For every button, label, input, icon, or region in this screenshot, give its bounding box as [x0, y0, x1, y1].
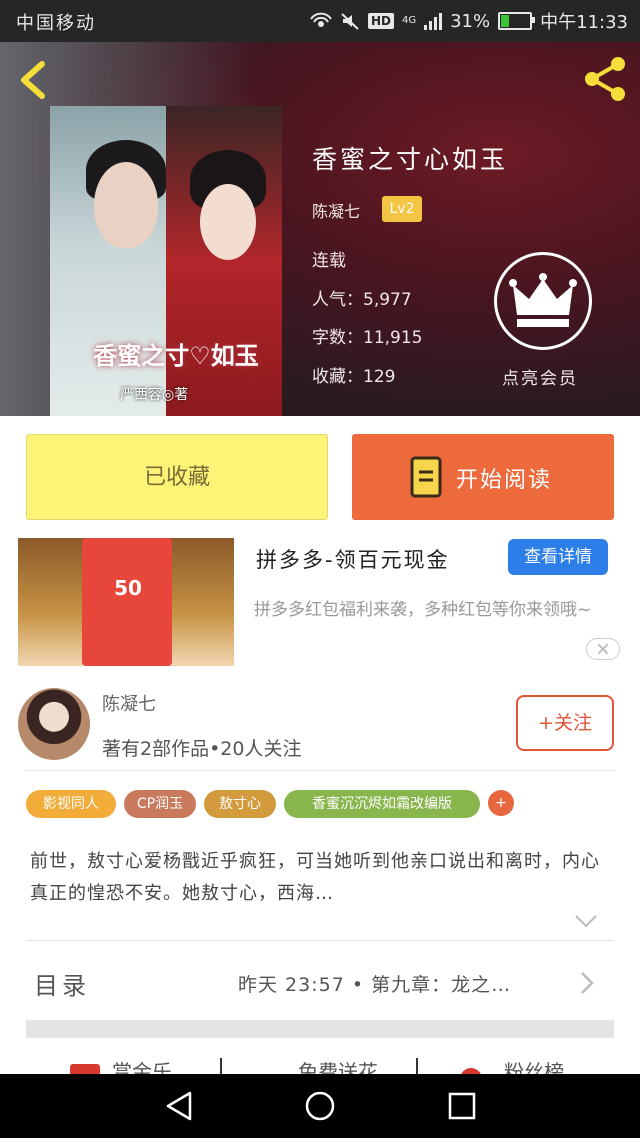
favorites-count: 收藏：129	[312, 367, 396, 387]
book-author[interactable]: 陈凝七	[312, 198, 360, 222]
ad-title[interactable]: 拼多多-领百元现金	[256, 544, 450, 574]
share-icon	[585, 57, 625, 101]
tag-chip[interactable]: 影视同人	[26, 790, 116, 818]
crown-icon	[509, 273, 577, 327]
serial-status: 连载	[312, 251, 346, 271]
author-avatar[interactable]	[18, 688, 90, 760]
vip-label[interactable]: 点亮会员	[502, 364, 578, 389]
red-envelope-graphic	[82, 538, 172, 666]
system-navigation-bar	[0, 1074, 640, 1138]
cover-title: 香蜜之寸♡如玉	[93, 342, 259, 370]
carrier-name: 中国移动	[16, 13, 96, 34]
author-name[interactable]: 陈凝七	[102, 690, 156, 716]
tag-chip[interactable]: 香蜜沉沉烬如霜改编版	[284, 790, 480, 818]
divider	[26, 770, 614, 771]
divider	[416, 1058, 418, 1074]
reward-icon	[70, 1064, 100, 1074]
battery-icon	[498, 12, 536, 30]
chevron-right-icon[interactable]	[578, 970, 596, 996]
popularity-count: 人气：5,977	[312, 290, 412, 310]
word-count: 字数：11,915	[312, 328, 423, 348]
collected-button[interactable]: 已收藏	[26, 434, 328, 520]
book-description[interactable]: 前世，敖寸心爱杨戬近乎疯狂，可当她听到他亲口说出和离时，内心真正的惶恐不安。她敖…	[30, 846, 610, 910]
clock: 中午11:33	[540, 12, 628, 33]
author-stats: 著有2部作品•20人关注	[102, 738, 302, 760]
book-title: 香蜜之寸心如玉	[312, 145, 509, 174]
nav-back-icon[interactable]	[164, 1090, 194, 1122]
hotspot-icon	[310, 12, 332, 27]
vip-button[interactable]	[494, 252, 592, 350]
nav-recents-icon[interactable]	[448, 1092, 476, 1120]
cover-figure-face	[94, 162, 158, 248]
hd-badge: HD	[367, 13, 394, 29]
follow-button[interactable]: +关注	[516, 695, 614, 751]
bottom-actions-row: 赏金乐 免费送花 粉丝榜	[0, 1048, 640, 1074]
book-icon	[410, 456, 442, 498]
divider	[220, 1058, 222, 1074]
start-reading-button[interactable]: 开始阅读	[352, 434, 614, 520]
free-flower-button[interactable]: 免费送花	[298, 1056, 378, 1074]
section-separator	[26, 1020, 614, 1038]
ad-detail-button[interactable]: 查看详情	[508, 539, 608, 575]
divider	[26, 940, 614, 941]
mute-icon	[341, 13, 359, 30]
tag-chip[interactable]: CP润玉	[124, 790, 196, 818]
start-reading-label: 开始阅读	[456, 468, 553, 493]
reward-button[interactable]: 赏金乐	[112, 1056, 172, 1074]
cover-figure-face	[200, 184, 256, 260]
chevron-down-icon[interactable]	[574, 914, 598, 928]
cover-author: 严西容◎著	[120, 387, 189, 403]
latest-chapter[interactable]: 昨天 23:57 • 第九章：龙之…	[238, 970, 511, 997]
ad-image-amount: 50	[114, 576, 142, 600]
catalog-label[interactable]: 目录	[34, 966, 90, 1001]
author-level-badge: Lv2	[382, 196, 422, 222]
battery-percent: 31%	[450, 10, 491, 32]
book-cover[interactable]: 香蜜之寸♡如玉 严西容◎著	[50, 106, 282, 416]
add-tag-button[interactable]: +	[488, 790, 514, 816]
status-icons: HD 4G 31% 中午11:33	[310, 7, 628, 35]
share-button[interactable]	[580, 54, 630, 104]
back-button[interactable]	[14, 58, 54, 102]
signal-icon	[424, 12, 443, 30]
nav-home-icon[interactable]	[304, 1090, 336, 1122]
ad-description: 拼多多红包福利来袭，多种红包等你来领哦~	[254, 600, 592, 620]
ad-image[interactable]: 50	[18, 538, 234, 666]
tag-chip[interactable]: 敖寸心	[204, 790, 276, 818]
ad-close-icon[interactable]	[586, 638, 620, 660]
network-type: 4G	[401, 15, 417, 26]
fans-ranking-button[interactable]: 粉丝榜	[504, 1056, 564, 1074]
status-bar: 中国移动 HD 4G 31% 中午11:33	[0, 0, 640, 42]
